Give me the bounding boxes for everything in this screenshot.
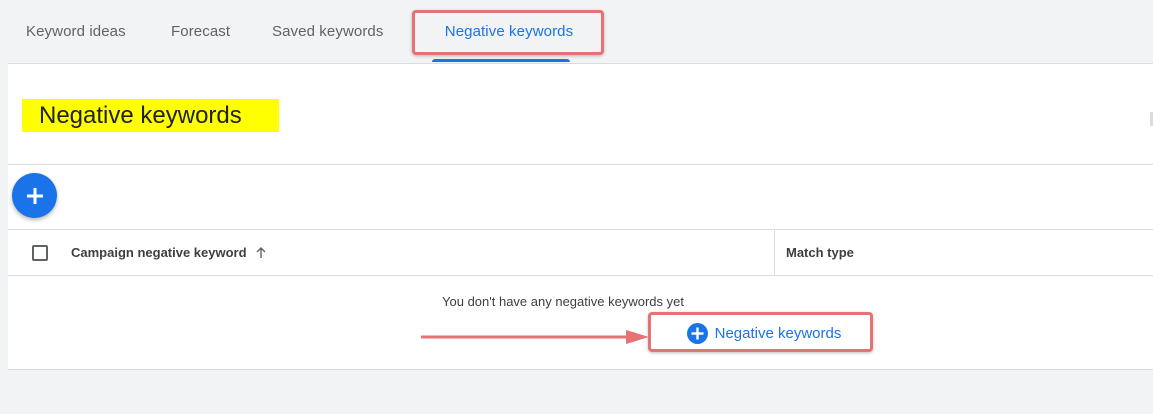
tab-keyword-ideas[interactable]: Keyword ideas: [26, 0, 136, 63]
add-negative-keywords-link[interactable]: Negative keywords: [658, 318, 870, 348]
arrow-up-icon: [255, 246, 267, 259]
empty-state-message: You don't have any negative keywords yet: [442, 294, 684, 309]
tab-forecast[interactable]: Forecast: [171, 0, 237, 63]
add-link-label: Negative keywords: [714, 324, 842, 342]
column-header-match-type[interactable]: Match type: [786, 230, 854, 275]
active-tab-indicator: [432, 59, 570, 62]
select-all-checkbox[interactable]: [32, 245, 48, 261]
table-header: Campaign negative keyword Match type: [8, 229, 1153, 276]
main-panel: Negative keywords Campaign negative keyw…: [8, 63, 1153, 370]
page-title: Negative keywords: [39, 101, 242, 129]
column-divider: [774, 230, 775, 275]
tab-saved-keywords[interactable]: Saved keywords: [272, 0, 397, 63]
column-header-campaign-negative-keyword[interactable]: Campaign negative keyword: [71, 230, 267, 275]
add-circle-icon: [686, 322, 708, 344]
tab-bar: Keyword ideas Forecast Saved keywords Ne…: [8, 0, 1153, 63]
annotation-arrow-icon: [421, 330, 649, 344]
column-header-label: Campaign negative keyword: [71, 245, 247, 260]
divider: [8, 164, 1153, 165]
add-negative-keyword-button[interactable]: [12, 173, 57, 218]
tab-negative-keywords[interactable]: Negative keywords: [414, 0, 604, 63]
plus-icon: [26, 187, 43, 204]
